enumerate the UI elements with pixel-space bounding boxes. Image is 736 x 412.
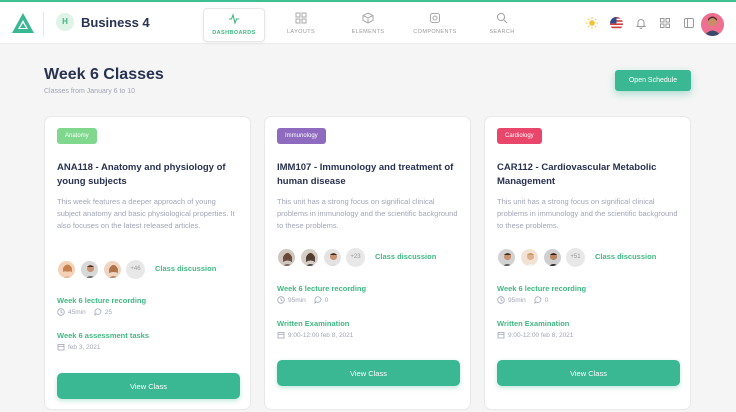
user-photo-icon xyxy=(701,13,724,36)
participant-avatar xyxy=(497,248,516,267)
participant-avatar xyxy=(80,260,99,279)
logo-icon[interactable] xyxy=(12,13,34,33)
navbar-divider xyxy=(43,12,44,36)
category-tag[interactable]: Cardiology xyxy=(497,128,542,144)
box-icon xyxy=(362,12,374,24)
participant-avatar xyxy=(57,260,76,279)
written-examination-link[interactable]: Written Examination xyxy=(497,319,569,328)
participant-avatar xyxy=(277,248,296,267)
class-discussion-link[interactable]: Class discussion xyxy=(595,252,656,261)
date-text: 9:00-12:00 feb 8, 2021 xyxy=(508,331,574,339)
sun-icon[interactable] xyxy=(586,17,598,29)
written-examination-link[interactable]: Written Examination xyxy=(277,319,349,328)
bell-icon[interactable] xyxy=(635,17,647,29)
comment-icon xyxy=(94,308,102,316)
comment-count: 25 xyxy=(104,308,112,316)
sidebar-icon[interactable] xyxy=(683,17,695,29)
duration-text: 95min xyxy=(508,296,526,304)
class-description: This week features a deeper approach of … xyxy=(57,197,235,230)
calendar-icon xyxy=(57,344,65,351)
participant-avatars[interactable]: +51 xyxy=(497,248,587,267)
calendar-icon xyxy=(277,332,285,339)
page-subtitle: Classes from January 6 to 10 xyxy=(44,88,136,95)
class-card-anatomy: Anatomy ANA118 - Anatomy and physiology … xyxy=(44,116,251,410)
user-avatar[interactable] xyxy=(701,13,724,36)
calendar-icon xyxy=(497,332,505,339)
view-class-button[interactable]: View Class xyxy=(277,360,460,386)
grid-icon xyxy=(295,12,307,24)
tab-search[interactable]: SEARCH xyxy=(471,8,533,42)
participant-avatars[interactable]: +23 xyxy=(277,248,367,267)
flag-us-icon[interactable] xyxy=(610,17,623,30)
clock-icon xyxy=(497,296,505,304)
tab-label: SEARCH xyxy=(489,29,515,35)
comment-count: 0 xyxy=(544,296,549,304)
view-class-button[interactable]: View Class xyxy=(497,360,680,386)
class-title[interactable]: CAR112 - Cardiovascular Metabolic Manage… xyxy=(497,161,677,189)
search-icon xyxy=(496,12,508,24)
recording-meta: 95min 0 xyxy=(277,296,328,304)
apps-grid-icon[interactable] xyxy=(659,17,671,29)
page-title: Week 6 Classes xyxy=(44,66,164,83)
participant-avatar xyxy=(323,248,342,267)
participant-avatar xyxy=(103,260,122,279)
class-description: This unit has a strong focus on signific… xyxy=(277,197,458,230)
class-discussion-link[interactable]: Class discussion xyxy=(375,252,436,261)
class-title[interactable]: ANA118 - Anatomy and physiology of young… xyxy=(57,161,237,189)
recording-meta: 45min 25 xyxy=(57,308,112,316)
date-text: feb 3, 2021 xyxy=(68,343,101,351)
recording-meta: 95min 0 xyxy=(497,296,548,304)
tab-label: DASHBOARDS xyxy=(212,30,256,36)
participant-avatars[interactable]: +46 xyxy=(57,260,147,279)
clock-icon xyxy=(57,308,65,316)
tab-label: COMPONENTS xyxy=(413,29,457,35)
clock-icon xyxy=(277,296,285,304)
lecture-recording-link[interactable]: Week 6 lecture recording xyxy=(277,284,366,293)
tab-elements[interactable]: ELEMENTS xyxy=(337,8,399,42)
tab-components[interactable]: COMPONENTS xyxy=(404,8,466,42)
category-tag[interactable]: Anatomy xyxy=(57,128,97,144)
more-participants-count: +23 xyxy=(346,248,365,267)
class-card-immunology: Immunology IMM107 - Immunology and treat… xyxy=(264,116,471,410)
tab-dashboards[interactable]: DASHBOARDS xyxy=(203,8,265,42)
participant-avatar xyxy=(520,248,539,267)
tab-label: ELEMENTS xyxy=(351,29,385,35)
participant-avatar xyxy=(300,248,319,267)
tab-label: LAYOUTS xyxy=(286,29,316,35)
date-text: 9:00-12:00 feb 8, 2021 xyxy=(288,331,354,339)
assessment-tasks-link[interactable]: Week 6 assessment tasks xyxy=(57,331,149,340)
examination-meta: 9:00-12:00 feb 8, 2021 xyxy=(277,331,353,339)
comment-count: 0 xyxy=(324,296,329,304)
tab-layouts[interactable]: LAYOUTS xyxy=(270,8,332,42)
more-participants-count: +51 xyxy=(566,248,585,267)
assessment-meta: feb 3, 2021 xyxy=(57,343,101,351)
duration-text: 95min xyxy=(288,296,306,304)
open-schedule-button[interactable]: Open Schedule xyxy=(615,70,691,91)
navbar: H Business 4 DASHBOARDS LAYOUTS ELEMENTS… xyxy=(0,2,736,44)
participant-avatar xyxy=(543,248,562,267)
business-name[interactable]: Business 4 xyxy=(81,15,150,30)
business-avatar[interactable]: H xyxy=(56,13,74,31)
comment-icon xyxy=(314,296,322,304)
lecture-recording-link[interactable]: Week 6 lecture recording xyxy=(57,296,146,305)
class-discussion-link[interactable]: Class discussion xyxy=(155,264,216,273)
duration-text: 45min xyxy=(68,308,86,316)
lecture-recording-link[interactable]: Week 6 lecture recording xyxy=(497,284,586,293)
class-description: This unit has a strong focus on signific… xyxy=(497,197,678,230)
cog-icon xyxy=(430,13,440,23)
examination-meta: 9:00-12:00 feb 8, 2021 xyxy=(497,331,573,339)
comment-icon xyxy=(534,296,542,304)
category-tag[interactable]: Immunology xyxy=(277,128,326,144)
more-participants-count: +46 xyxy=(126,260,145,279)
class-card-cardiology: Cardiology CAR112 - Cardiovascular Metab… xyxy=(484,116,691,410)
class-title[interactable]: IMM107 - Immunology and treatment of hum… xyxy=(277,161,457,189)
view-class-button[interactable]: View Class xyxy=(57,373,240,399)
activity-icon xyxy=(229,13,239,25)
